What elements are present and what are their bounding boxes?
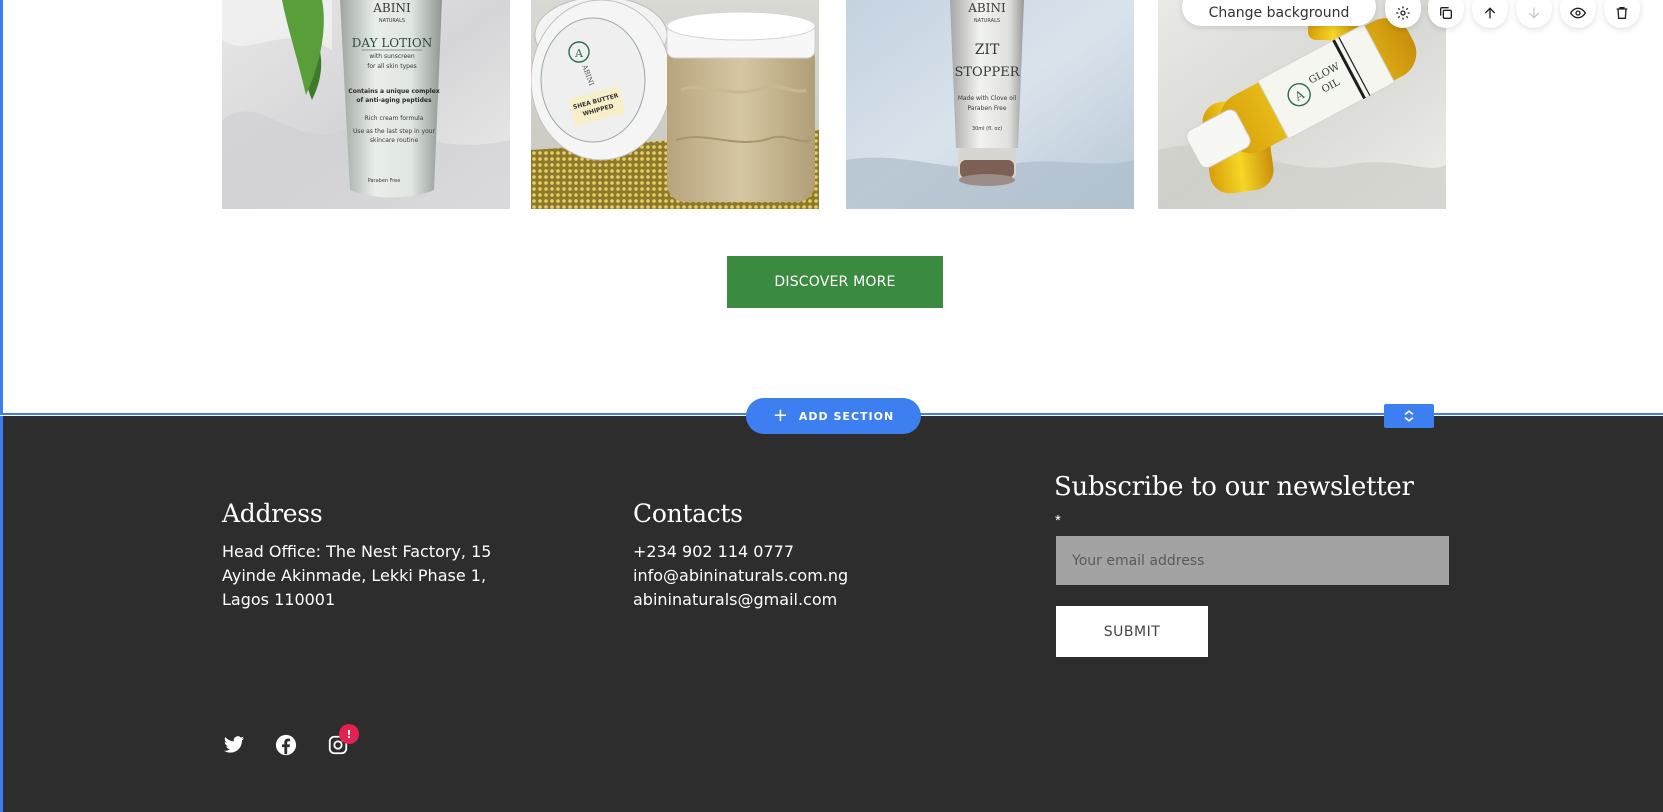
product-label-text: STOPPER [954,65,1020,80]
product-label-text: for all skin types [367,63,417,70]
address-line: Lagos 110001 [222,590,336,609]
add-section-button[interactable]: + ADD SECTION [746,398,921,434]
discover-more-button[interactable]: DISCOVER MORE [727,256,943,308]
contact-email[interactable]: abininaturals@gmail.com [633,588,837,612]
contact-email[interactable]: info@abininaturals.com.ng [633,564,848,588]
product-label-text: ZIT [975,42,1000,58]
products-section[interactable]: ABINI NATURALS DAY LOTION with sunscreen… [0,0,1663,415]
contact-phone[interactable]: +234 902 114 0777 [633,540,794,564]
facebook-icon[interactable] [275,734,299,758]
product-label-text: NATURALS [379,18,405,24]
product-label-text: Use as the last step in your [353,128,436,135]
product-label-text: Paraben Free [967,105,1006,112]
product-label-text: 30ml (fl. oz) [972,126,1002,132]
product-image-zit-stopper[interactable]: ABINI NATURALS ZIT STOPPER Made with Clo… [846,0,1134,209]
product-label-text: DAY LOTION [352,36,432,50]
product-label-text: of anti-aging peptides [356,97,432,104]
product-image-glow-oil[interactable]: A GLOW OIL [1158,0,1446,209]
product-label-text: Rich cream formula [365,115,424,122]
submit-button[interactable]: SUBMIT [1056,606,1208,657]
page: ABINI NATURALS DAY LOTION with sunscreen… [0,0,1663,812]
product-image-shea-butter[interactable]: A ABINI SHEA BUTTER WHIPPED [531,0,819,209]
email-input[interactable] [1056,536,1449,585]
newsletter-title: Subscribe to our newsletter [1054,472,1414,502]
twitter-icon[interactable] [223,734,247,758]
contacts-title: Contacts [633,499,743,528]
svg-text:A: A [574,47,584,60]
product-label-text: Contains a unique complex [348,88,440,95]
product-label-text: skincare routine [370,137,419,144]
product-label-text: NATURALS [974,18,1000,24]
product-label-text: Made with Clove oil [958,95,1017,102]
address-title: Address [222,499,323,528]
reorder-section-button[interactable] [1384,404,1434,428]
footer: Address Head Office: The Nest Factory, 1… [0,416,1663,812]
product-label-text: Paraben Free [368,178,401,184]
product-label-text: with sunscreen [369,53,415,60]
change-background-button[interactable]: Change background [1182,0,1376,26]
notification-badge: ! [339,724,359,744]
product-label-text: ABINI [967,1,1006,15]
address-line: Head Office: The Nest Factory, 15 [222,542,492,561]
address-line: Ayinde Akinmade, Lekki Phase 1, [222,566,487,585]
add-section-label: ADD SECTION [798,409,895,423]
product-label-text: ABINI [372,1,411,15]
chevron-up-down-icon [1404,410,1414,422]
plus-icon: + [772,404,789,426]
required-marker: * [1055,512,1061,529]
product-image-day-lotion[interactable]: ABINI NATURALS DAY LOTION with sunscreen… [222,0,510,209]
